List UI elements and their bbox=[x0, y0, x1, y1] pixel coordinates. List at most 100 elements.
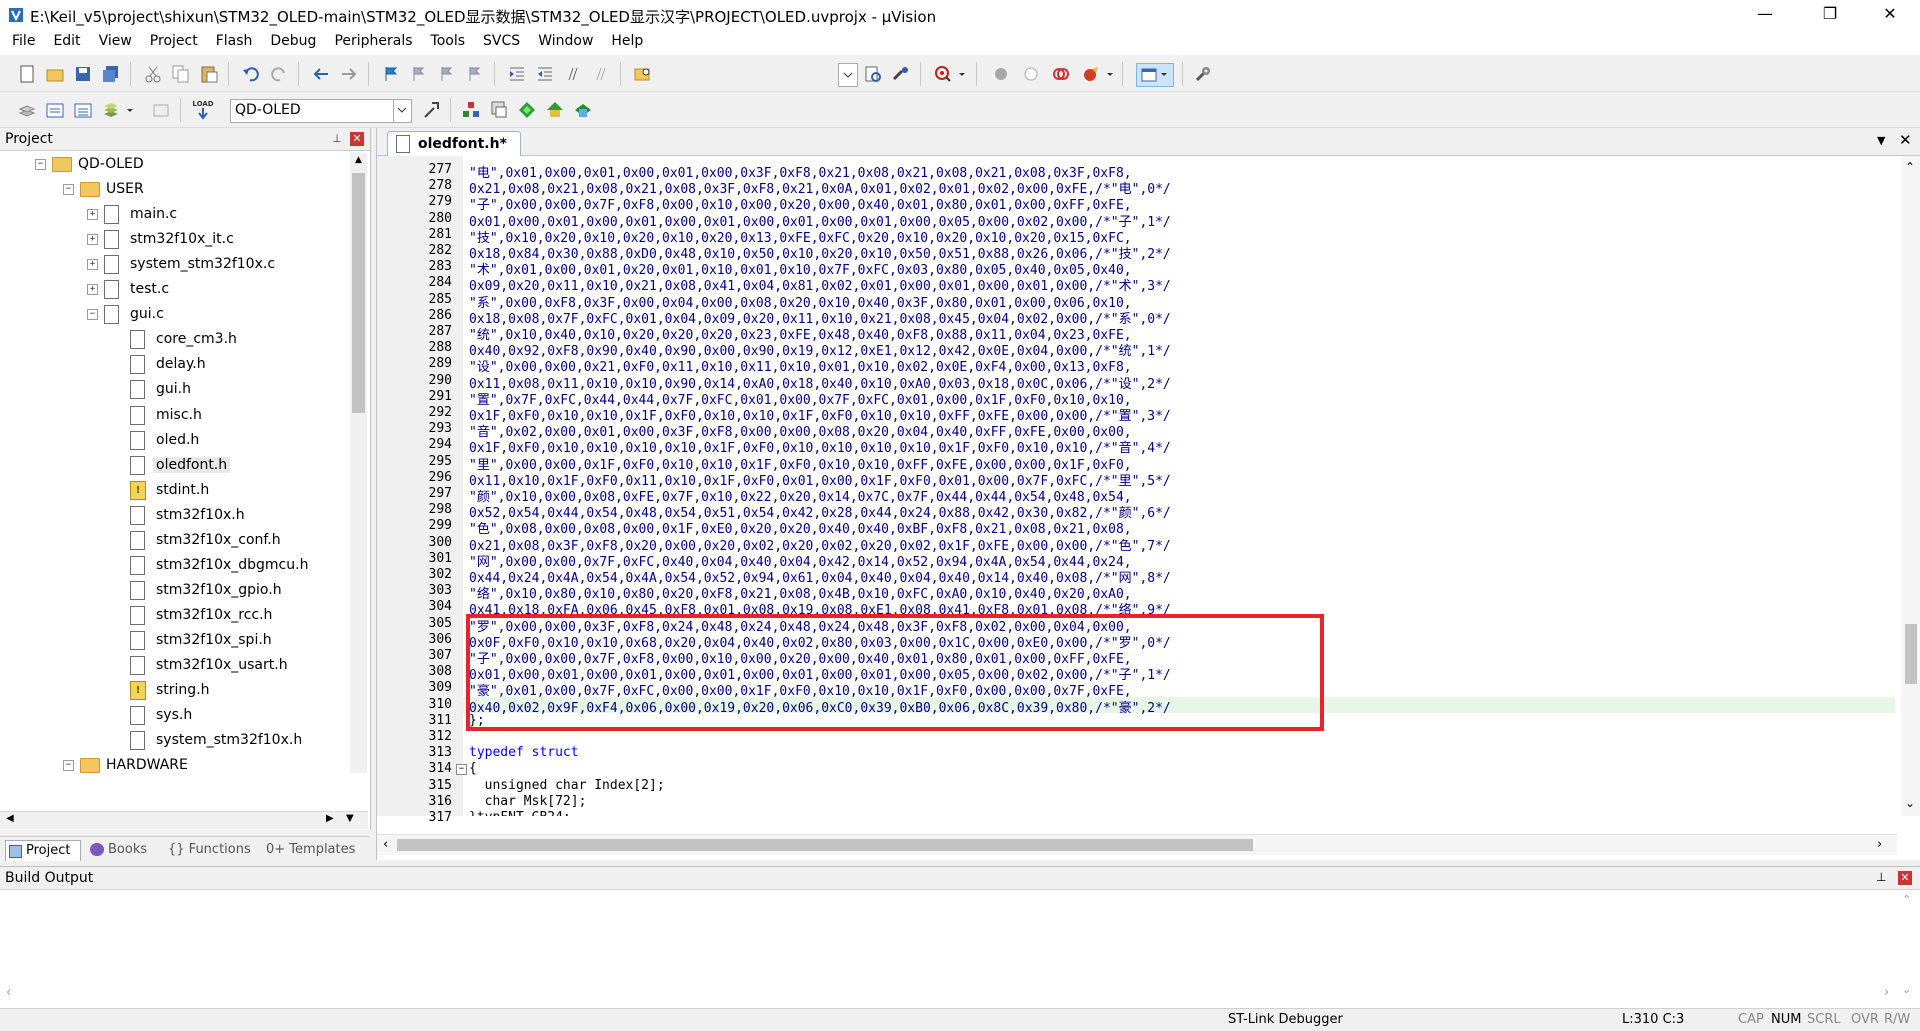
tree-item[interactable]: system_stm32f10x.h bbox=[0, 729, 348, 754]
breakpoints-dropdown-icon[interactable] bbox=[1104, 63, 1116, 85]
tree-item[interactable]: misc.h bbox=[0, 404, 348, 429]
tab-books[interactable]: Books bbox=[88, 840, 154, 860]
code-line[interactable]: { bbox=[469, 761, 477, 776]
scrollbar-thumb[interactable] bbox=[397, 839, 1253, 851]
tree-item[interactable]: stm32f10x_usart.h bbox=[0, 654, 348, 679]
bookmark-icon[interactable] bbox=[380, 63, 402, 85]
uncomment-icon[interactable] bbox=[590, 63, 612, 85]
scroll-left-icon[interactable]: ‹ bbox=[6, 985, 11, 1000]
scroll-up-icon[interactable]: ⌃ bbox=[1905, 160, 1915, 174]
redo-icon[interactable] bbox=[268, 63, 290, 85]
tree-item[interactable]: stm32f10x_rcc.h bbox=[0, 604, 348, 629]
paste-icon[interactable] bbox=[198, 63, 220, 85]
scroll-down-icon[interactable]: ⌄ bbox=[1905, 796, 1915, 810]
tree-item[interactable]: delay.h bbox=[0, 353, 348, 378]
incremental-find-icon[interactable] bbox=[890, 63, 912, 85]
find-dropdown-icon[interactable] bbox=[838, 63, 858, 87]
pin-icon[interactable]: ⊥ bbox=[330, 132, 344, 146]
collapse-icon[interactable]: − bbox=[35, 159, 46, 170]
navigate-forward-icon[interactable] bbox=[338, 63, 360, 85]
scrollbar-thumb[interactable] bbox=[1905, 624, 1917, 684]
scroll-up-icon[interactable]: ⌃ bbox=[1902, 893, 1911, 906]
menu-help[interactable]: Help bbox=[602, 30, 652, 49]
pin-icon[interactable]: ⊥ bbox=[1876, 870, 1886, 884]
comment-icon[interactable] bbox=[562, 63, 584, 85]
open-folder-icon[interactable] bbox=[44, 63, 66, 85]
save-icon[interactable] bbox=[72, 63, 94, 85]
kill-breakpoints-icon[interactable] bbox=[1080, 63, 1102, 85]
tab-templates[interactable]: 0+ Templates bbox=[264, 840, 364, 860]
tab-functions[interactable]: {} Functions bbox=[166, 840, 256, 860]
tree-item[interactable]: − QD-OLED bbox=[0, 153, 348, 178]
menu-tools[interactable]: Tools bbox=[422, 30, 475, 49]
rebuild-icon[interactable] bbox=[72, 99, 94, 121]
chevron-down-icon[interactable] bbox=[393, 100, 411, 122]
cut-icon[interactable] bbox=[142, 63, 164, 85]
batch-dropdown-icon[interactable] bbox=[124, 99, 136, 121]
build-output-text[interactable] bbox=[0, 891, 1900, 1001]
expand-icon[interactable]: + bbox=[87, 284, 98, 296]
tree-item[interactable]: − HARDWARE bbox=[0, 754, 348, 773]
menu-flash[interactable]: Flash bbox=[207, 30, 262, 49]
expand-icon[interactable]: + bbox=[87, 234, 98, 246]
tree-item[interactable]: core_cm3.h bbox=[0, 328, 348, 353]
window-layout-icon[interactable] bbox=[1136, 63, 1174, 87]
code-line[interactable]: typedef struct bbox=[469, 745, 579, 760]
code-line[interactable]: unsigned char Index[2]; bbox=[469, 778, 665, 793]
expand-icon[interactable]: + bbox=[87, 259, 98, 271]
scroll-up-icon[interactable]: ▲ bbox=[352, 155, 365, 169]
copy-icon[interactable] bbox=[170, 63, 192, 85]
debug-dropdown-icon[interactable] bbox=[956, 63, 968, 85]
build-icon[interactable] bbox=[44, 99, 66, 121]
restore-button[interactable]: ❐ bbox=[1805, 0, 1855, 30]
collapse-icon[interactable]: − bbox=[87, 309, 98, 321]
tree-item[interactable]: − USER bbox=[0, 178, 348, 203]
tree-item[interactable]: stm32f10x_dbgmcu.h bbox=[0, 554, 348, 579]
save-all-icon[interactable] bbox=[100, 63, 122, 85]
menu-svcs[interactable]: SVCS bbox=[474, 30, 529, 49]
project-tree-hscrollbar[interactable]: ◀ ▶ ▼ bbox=[0, 811, 368, 829]
close-window-button[interactable]: ✕ bbox=[1865, 0, 1915, 30]
scroll-right-icon[interactable]: › bbox=[1877, 837, 1882, 852]
manage-project-items-icon[interactable] bbox=[460, 99, 482, 121]
tree-item[interactable]: oledfont.h bbox=[0, 454, 348, 479]
menu-window[interactable]: Window bbox=[529, 30, 602, 49]
tree-item[interactable]: + stm32f10x_it.c bbox=[0, 228, 348, 253]
collapse-icon[interactable]: − bbox=[63, 184, 74, 196]
collapse-icon[interactable]: − bbox=[63, 760, 74, 772]
find-in-files-icon[interactable] bbox=[632, 63, 654, 85]
scrollbar-thumb[interactable] bbox=[352, 173, 365, 413]
new-file-icon[interactable] bbox=[16, 63, 38, 85]
close-icon[interactable]: ✕ bbox=[350, 132, 364, 146]
editor-vscrollbar[interactable]: ⌃ ⌄ bbox=[1901, 156, 1920, 816]
tree-item[interactable]: stm32f10x_gpio.h bbox=[0, 579, 348, 604]
tab-list-dropdown-icon[interactable]: ▼ bbox=[1877, 134, 1885, 147]
tree-item[interactable]: stm32f10x_spi.h bbox=[0, 629, 348, 654]
next-bookmark-icon[interactable] bbox=[436, 63, 458, 85]
tree-item[interactable]: stm32f10x.h bbox=[0, 504, 348, 529]
expand-icon[interactable]: + bbox=[87, 209, 98, 221]
tree-item[interactable]: ! stdint.h bbox=[0, 479, 348, 504]
unindent-icon[interactable] bbox=[534, 63, 556, 85]
menu-view[interactable]: View bbox=[90, 30, 141, 49]
tree-item[interactable]: gui.h bbox=[0, 378, 348, 403]
code-line[interactable]: }typFNT_GB24; bbox=[469, 810, 571, 816]
batch-build-icon[interactable] bbox=[100, 99, 122, 121]
indent-icon[interactable] bbox=[506, 63, 528, 85]
scroll-down-icon[interactable]: ⌄ bbox=[1902, 983, 1911, 996]
target-select[interactable]: QD-OLED bbox=[230, 99, 412, 123]
menu-debug[interactable]: Debug bbox=[261, 30, 325, 49]
tree-item[interactable]: ! string.h bbox=[0, 679, 348, 704]
tree-item[interactable]: + main.c bbox=[0, 203, 348, 228]
tree-item[interactable]: + test.c bbox=[0, 278, 348, 303]
select-packs-icon[interactable] bbox=[516, 99, 538, 121]
stop-build-icon[interactable] bbox=[150, 99, 172, 121]
clear-bookmarks-icon[interactable] bbox=[464, 63, 486, 85]
enable-breakpoint-icon[interactable] bbox=[1020, 63, 1042, 85]
prev-bookmark-icon[interactable] bbox=[408, 63, 430, 85]
pack-installer-icon[interactable] bbox=[544, 99, 566, 121]
undo-icon[interactable] bbox=[240, 63, 262, 85]
menu-edit[interactable]: Edit bbox=[44, 30, 89, 49]
scroll-right-icon[interactable]: ▶ bbox=[326, 813, 334, 824]
tree-item[interactable]: + system_stm32f10x.c bbox=[0, 253, 348, 278]
